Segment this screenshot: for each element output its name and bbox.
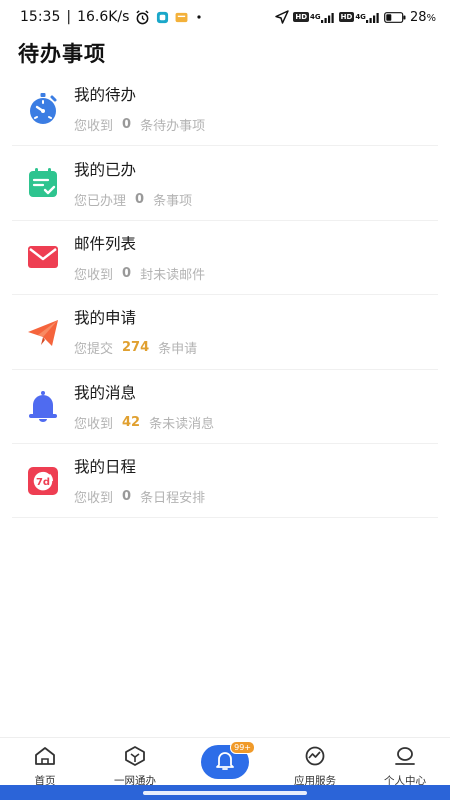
- app-notification-icon: [156, 11, 169, 24]
- alarm-icon: [135, 9, 150, 25]
- bottom-tab-bar: 首页 一网通办 99+ 应用服务 个人中心: [0, 737, 450, 787]
- calendar-7d-icon: 7d: [12, 461, 74, 501]
- more-notifications-dot-icon: [194, 12, 204, 22]
- battery-percent: 28%: [409, 9, 436, 25]
- item-title: 我的已办: [74, 160, 137, 179]
- item-subtitle: 您收到 0 条日程安排: [74, 489, 206, 507]
- list-item-my-todo[interactable]: 我的待办 您收到 0 条待办事项: [12, 72, 438, 147]
- item-title: 我的消息: [74, 383, 137, 402]
- tab-app-services[interactable]: 应用服务: [270, 738, 360, 787]
- item-title: 我的待办: [74, 86, 137, 105]
- item-count: 0: [122, 489, 132, 505]
- location-arrow-icon: [275, 10, 290, 24]
- item-subtitle: 您收到 42 条未读消息: [74, 414, 215, 432]
- item-subtitle: 您已办理 0 条事项: [74, 191, 193, 209]
- bell-icon: [12, 386, 74, 426]
- item-count: 0: [122, 117, 132, 133]
- signal-sim1-icon: HD 4G: [293, 12, 334, 23]
- signal-sim2-icon: HD 4G: [338, 12, 380, 23]
- tab-notifications[interactable]: 99+: [180, 738, 270, 785]
- list-item-my-messages[interactable]: 我的消息 您收到 42 条未读消息: [12, 370, 438, 444]
- item-title: 邮件列表: [74, 234, 137, 253]
- item-count: 274: [122, 340, 150, 356]
- battery-icon: [384, 11, 406, 23]
- tab-one-stop-service[interactable]: 一网通办: [90, 738, 180, 787]
- item-subtitle: 您收到 0 封未读邮件: [74, 265, 206, 283]
- item-subtitle: 您收到 0 条待办事项: [74, 117, 206, 135]
- item-title: 我的申请: [74, 309, 137, 328]
- notification-badge: 99+: [230, 741, 255, 754]
- home-icon: [34, 746, 56, 770]
- item-subtitle: 您提交 274 条申请: [74, 340, 198, 358]
- status-time: 15:35: [20, 9, 61, 25]
- page-title: 待办事项: [18, 42, 106, 66]
- list-item-mail-list[interactable]: 邮件列表 您收到 0 封未读邮件: [12, 221, 438, 296]
- trend-icon: [304, 746, 326, 770]
- stopwatch-icon: [12, 89, 74, 129]
- todo-list: 我的待办 您收到 0 条待办事项 我的已办 您已办理 0 条事项 邮件列表 您收…: [12, 72, 438, 519]
- list-item-my-applications[interactable]: 我的申请 您提交 274 条申请: [12, 295, 438, 370]
- item-title: 我的日程: [74, 458, 137, 477]
- list-item-my-schedule[interactable]: 7d 我的日程 您收到 0 条日程安排: [12, 444, 438, 519]
- svg-text:7d: 7d: [36, 477, 50, 488]
- person-icon: [394, 746, 416, 770]
- done-list-icon: [12, 163, 74, 203]
- list-item-my-done[interactable]: 我的已办 您已办理 0 条事项: [12, 146, 438, 221]
- tab-home[interactable]: 首页: [0, 738, 90, 787]
- wallet-notification-icon: [175, 12, 188, 23]
- item-count: 0: [135, 191, 145, 207]
- status-network-speed: 16.6K/s: [77, 9, 130, 25]
- home-indicator[interactable]: [143, 791, 307, 795]
- cube-icon: [124, 746, 146, 770]
- item-count: 0: [122, 265, 132, 281]
- status-divider: |: [66, 9, 72, 25]
- item-count: 42: [122, 414, 141, 430]
- notification-button[interactable]: 99+: [201, 741, 255, 779]
- envelope-icon: [12, 237, 74, 277]
- tab-personal-center[interactable]: 个人中心: [360, 738, 450, 787]
- status-bar: 15:35 | 16.6K/s HD 4G HD 4G 28%: [0, 0, 450, 34]
- paper-plane-icon: [12, 312, 74, 352]
